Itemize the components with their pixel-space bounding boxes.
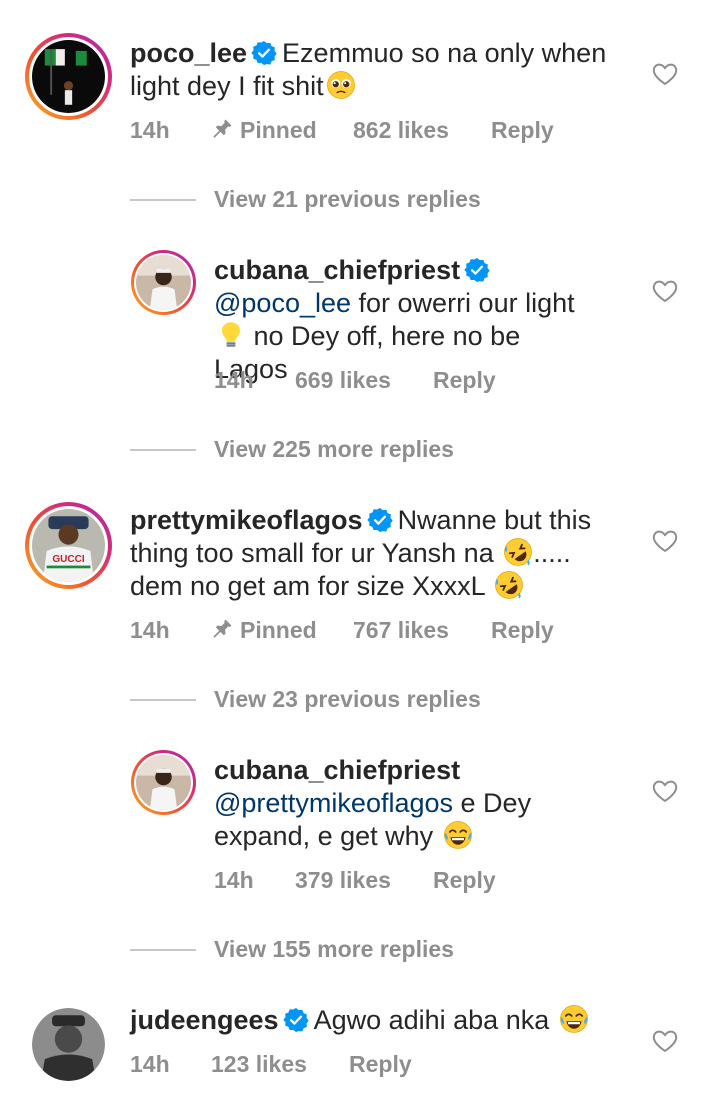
avatar[interactable]: GUCCI [25,502,112,589]
verified-badge-icon [283,1007,309,1033]
avatar-photo [32,40,105,113]
joy-emoji-icon [443,820,473,850]
avatar[interactable] [25,33,112,120]
pinned-label: Pinned [210,115,317,145]
reply-item: cubana_chiefpriest @prettymikeoflagos e D… [0,740,720,910]
comment-text: judeengees Agwo adihi aba nka [130,1004,630,1037]
pinned-text: Pinned [240,117,317,143]
pleading-face-emoji-icon [326,70,356,100]
comment-meta: 14h Pinned 767 likes Reply [130,615,630,645]
mention-link[interactable]: @prettymikeoflagos [214,788,453,818]
reply-button[interactable]: Reply [433,365,496,395]
avatar-photo [136,755,191,810]
verified-badge-icon [367,507,393,533]
comment-item: judeengees Agwo adihi aba nka 14h 123 lik… [0,990,720,1112]
likes-count[interactable]: 379 likes [295,865,391,895]
comment-text: prettymikeoflagos Nwanne but this thing t… [130,504,610,603]
rofl-emoji-icon [503,537,533,567]
comment-text: poco_lee Ezemmuo so na only when light de… [130,37,630,103]
username[interactable]: poco_lee [130,38,247,68]
joy-emoji-icon [559,1004,589,1034]
timestamp: 14h [130,117,170,143]
reply-button[interactable]: Reply [433,865,496,895]
heart-outline-icon[interactable] [651,777,679,805]
comment-body: Agwo adihi aba nka [313,1005,550,1035]
reply-item: cubana_chiefpriest@poco_lee for owerri o… [0,240,720,410]
reply-button[interactable]: Reply [491,115,554,145]
comment-meta: 14h Pinned 862 likes Reply [130,115,630,145]
avatar-photo: GUCCI [32,509,105,582]
view-replies-button[interactable]: View 23 previous replies [130,684,530,714]
view-replies-label[interactable]: View 225 more replies [214,434,454,464]
svg-text:GUCCI: GUCCI [52,554,84,565]
comment-body: for owerri our light [358,288,575,318]
avatar-photo [136,255,191,310]
username[interactable]: prettymikeoflagos [130,505,363,535]
view-replies-label[interactable]: View 23 previous replies [214,684,481,714]
timestamp: 14h [130,1051,170,1077]
rofl-emoji-icon [494,570,524,600]
username[interactable]: judeengees [130,1005,279,1035]
view-replies-button[interactable]: View 21 previous replies [130,184,530,214]
verified-badge-icon [464,257,490,283]
view-replies-label[interactable]: View 155 more replies [214,934,454,964]
pin-icon [210,617,234,641]
verified-badge-icon [251,40,277,66]
reply-button[interactable]: Reply [349,1049,412,1079]
light-bulb-emoji-icon [216,320,246,350]
heart-outline-icon[interactable] [651,277,679,305]
divider-line [130,199,196,201]
avatar[interactable] [131,250,196,315]
avatar[interactable] [32,1008,105,1081]
likes-count[interactable]: 669 likes [295,365,391,395]
divider-line [130,699,196,701]
likes-count[interactable]: 767 likes [353,615,449,645]
comment-text: cubana_chiefpriest @prettymikeoflagos e D… [214,754,594,853]
heart-outline-icon[interactable] [651,60,679,88]
view-replies-button[interactable]: View 225 more replies [130,434,530,464]
username[interactable]: cubana_chiefpriest [214,255,460,285]
divider-line [130,949,196,951]
view-replies-label[interactable]: View 21 previous replies [214,184,481,214]
timestamp: 14h [214,867,254,893]
likes-count[interactable]: 123 likes [211,1049,307,1079]
view-replies-button[interactable]: View 155 more replies [130,934,530,964]
comment-meta: 14h 379 likes Reply [214,865,614,895]
pinned-label: Pinned [210,615,317,645]
comment-meta: 14h 123 likes Reply [130,1049,530,1079]
mention-link[interactable]: @poco_lee [214,288,351,318]
reply-button[interactable]: Reply [491,615,554,645]
pinned-text: Pinned [240,617,317,643]
comment-item: poco_lee Ezemmuo so na only when light de… [0,0,720,170]
heart-outline-icon[interactable] [651,527,679,555]
timestamp: 14h [130,617,170,643]
likes-count[interactable]: 862 likes [353,115,449,145]
pin-icon [210,117,234,141]
timestamp: 14h [214,367,254,393]
avatar-photo [32,1008,105,1081]
avatar[interactable] [131,750,196,815]
comment-item: GUCCI prettymikeoflagos Nwanne but this t… [0,490,720,660]
username[interactable]: cubana_chiefpriest [214,755,460,785]
heart-outline-icon[interactable] [651,1027,679,1055]
divider-line [130,449,196,451]
comment-meta: 14h 669 likes Reply [214,365,614,395]
